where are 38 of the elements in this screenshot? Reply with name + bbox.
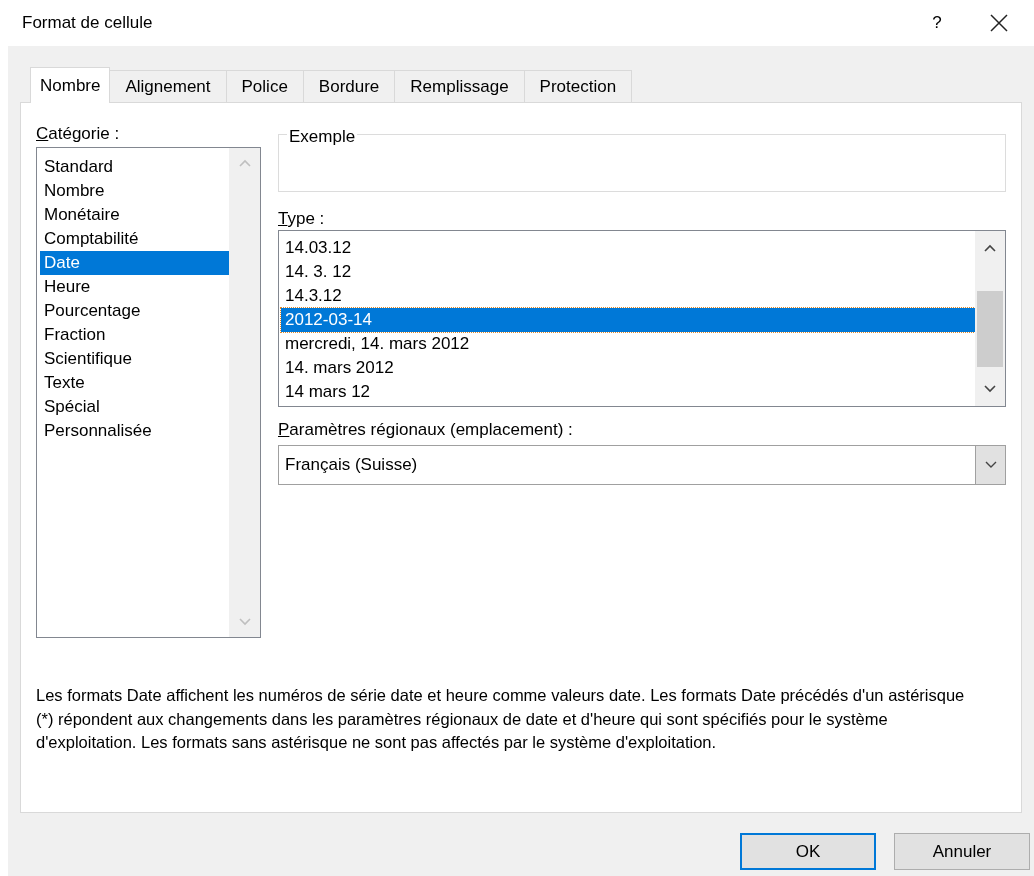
category-list[interactable]: Standard Nombre Monétaire Comptabilité Date Heure Pourcentage Fraction Scientifique Texte Spécial Personnalisée [36, 147, 261, 638]
category-label: Catégorie : [36, 123, 121, 145]
category-item[interactable]: Texte [40, 371, 229, 395]
scrollbar[interactable] [975, 231, 1005, 406]
type-item[interactable]: 14.03.12 [281, 236, 975, 260]
category-item[interactable]: Comptabilité [40, 227, 229, 251]
category-item[interactable]: Nombre [40, 179, 229, 203]
type-item[interactable]: 14. mars 2012 [281, 356, 975, 380]
category-item[interactable]: Fraction [40, 323, 229, 347]
window-title: Format de cellule [22, 12, 153, 35]
category-item[interactable]: Scientifique [40, 347, 229, 371]
scrollbar-thumb[interactable] [977, 291, 1003, 367]
description-text: Les formats Date affichent les numéros de série date et heure comme valeurs date. Les formats Date précédés d'un astérisque (*) répondent aux changements dans les paramètres régionaux de date et d'heure qui sont spécifiés pour le système d'exploitation. Les formats sans astérisque ne sont pas affectés par le système d'exploitation. [36, 685, 966, 753]
chevron-down-icon[interactable] [983, 460, 998, 470]
type-item[interactable]: 14 mars 12 [281, 380, 975, 404]
category-item[interactable]: Monétaire [40, 203, 229, 227]
category-item[interactable]: Heure [40, 275, 229, 299]
scroll-down-icon[interactable] [983, 384, 997, 394]
close-icon[interactable] [990, 14, 1008, 32]
locale-dropdown[interactable]: Français (Suisse) [278, 445, 1006, 485]
type-label: Type : [278, 208, 326, 230]
dialog-button[interactable]: Annuler [894, 833, 1030, 870]
type-list[interactable]: 14.03.12 14. 3. 12 14.3.12 2012-03-14 mercredi, 14. mars 2012 14. mars 2012 14 mars 12 [278, 230, 1006, 407]
category-item[interactable]: Standard [40, 155, 229, 179]
locale-label: Paramètres régionaux (emplacement) : [278, 419, 574, 441]
type-item[interactable]: 14. 3. 12 [281, 260, 975, 284]
category-item[interactable]: Pourcentage [40, 299, 229, 323]
category-item[interactable]: Date [40, 251, 229, 275]
tab[interactable]: Protection [523, 70, 633, 102]
type-item[interactable]: mercredi, 14. mars 2012 [281, 332, 975, 356]
type-item[interactable]: 2012-03-14 [281, 308, 975, 332]
tab[interactable]: Nombre [30, 67, 111, 103]
scroll-up-icon[interactable] [983, 243, 997, 253]
category-item[interactable]: Personnalisée [40, 419, 229, 443]
type-item[interactable]: 14.3.12 [281, 284, 975, 308]
dialog-button[interactable]: OK [740, 833, 876, 870]
help-button[interactable]: ? [922, 10, 952, 36]
category-item[interactable]: Spécial [40, 395, 229, 419]
